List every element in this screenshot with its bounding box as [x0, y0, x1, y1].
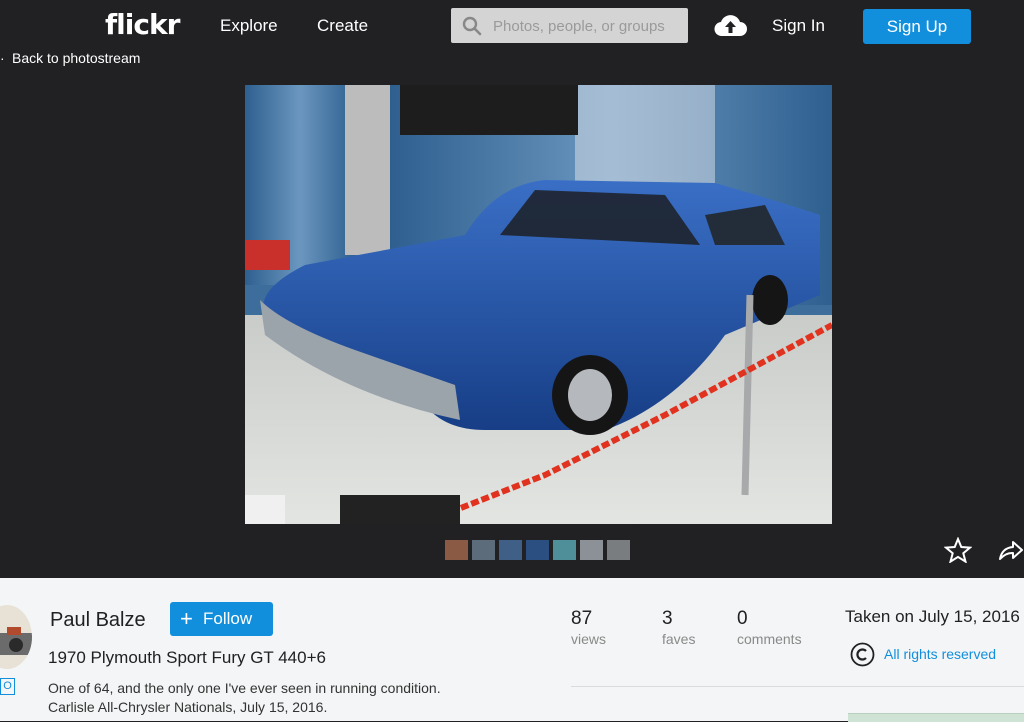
- nav-create[interactable]: Create: [317, 16, 368, 36]
- comments-label: comments: [737, 631, 802, 647]
- main-photo[interactable]: [245, 85, 832, 524]
- taken-date: Taken on July 15, 2016: [845, 607, 1020, 626]
- description-line: Carlisle All-Chrysler Nationals, July 15…: [48, 699, 328, 715]
- sign-up-button[interactable]: Sign Up: [863, 9, 971, 44]
- license-label[interactable]: All rights reserved: [884, 646, 996, 662]
- filmstrip-thumbnail[interactable]: [472, 540, 495, 560]
- filmstrip-thumbnail[interactable]: [553, 540, 576, 560]
- search-input[interactable]: [491, 14, 685, 38]
- star-icon[interactable]: [944, 537, 972, 563]
- follow-label: Follow: [203, 609, 253, 628]
- license-info[interactable]: All rights reserved: [850, 642, 996, 672]
- views-count: 87: [571, 608, 593, 629]
- description-line: One of 64, and the only one I've ever se…: [48, 680, 441, 696]
- flickr-logo[interactable]: flickr: [105, 8, 180, 41]
- search-box[interactable]: [451, 8, 688, 43]
- faves-count: 3: [662, 608, 673, 629]
- sign-in-link[interactable]: Sign In: [772, 16, 825, 36]
- comments-count: 0: [737, 608, 748, 629]
- follow-button[interactable]: + Follow: [170, 602, 273, 636]
- back-to-photostream-link[interactable]: · Back to photostream: [0, 50, 140, 66]
- user-name[interactable]: Paul Balze: [50, 609, 146, 632]
- upload-cloud-icon[interactable]: [714, 12, 747, 38]
- filmstrip-thumbnail[interactable]: [607, 540, 630, 560]
- views-stat: 87 views: [571, 608, 606, 647]
- car-photo: [245, 85, 832, 524]
- filmstrip-thumbnail[interactable]: [499, 540, 522, 560]
- divider: [571, 686, 1024, 687]
- back-arrow-icon: ·: [0, 50, 5, 66]
- photo-description: One of 64, and the only one I've ever se…: [48, 679, 441, 717]
- nav-explore[interactable]: Explore: [220, 16, 278, 36]
- filmstrip-thumbnail[interactable]: [445, 540, 468, 560]
- back-label: Back to photostream: [12, 50, 141, 66]
- filmstrip-thumbnail[interactable]: [526, 540, 549, 560]
- faves-stat: 3 faves: [662, 608, 695, 647]
- photo-filmstrip: [445, 540, 630, 560]
- pro-badge: O: [0, 678, 15, 695]
- faves-label: faves: [662, 631, 696, 647]
- copyright-icon: [850, 642, 875, 667]
- views-label: views: [571, 631, 607, 647]
- share-arrow-icon[interactable]: [997, 537, 1024, 563]
- search-icon: [462, 16, 482, 36]
- filmstrip-thumbnail[interactable]: [580, 540, 603, 560]
- top-navigation-bar: flickr Explore Create Sign In Sign Up: [0, 0, 1024, 52]
- comments-stat: 0 comments: [737, 608, 802, 647]
- photo-title: 1970 Plymouth Sport Fury GT 440+6: [48, 648, 326, 667]
- plus-icon: +: [180, 606, 193, 631]
